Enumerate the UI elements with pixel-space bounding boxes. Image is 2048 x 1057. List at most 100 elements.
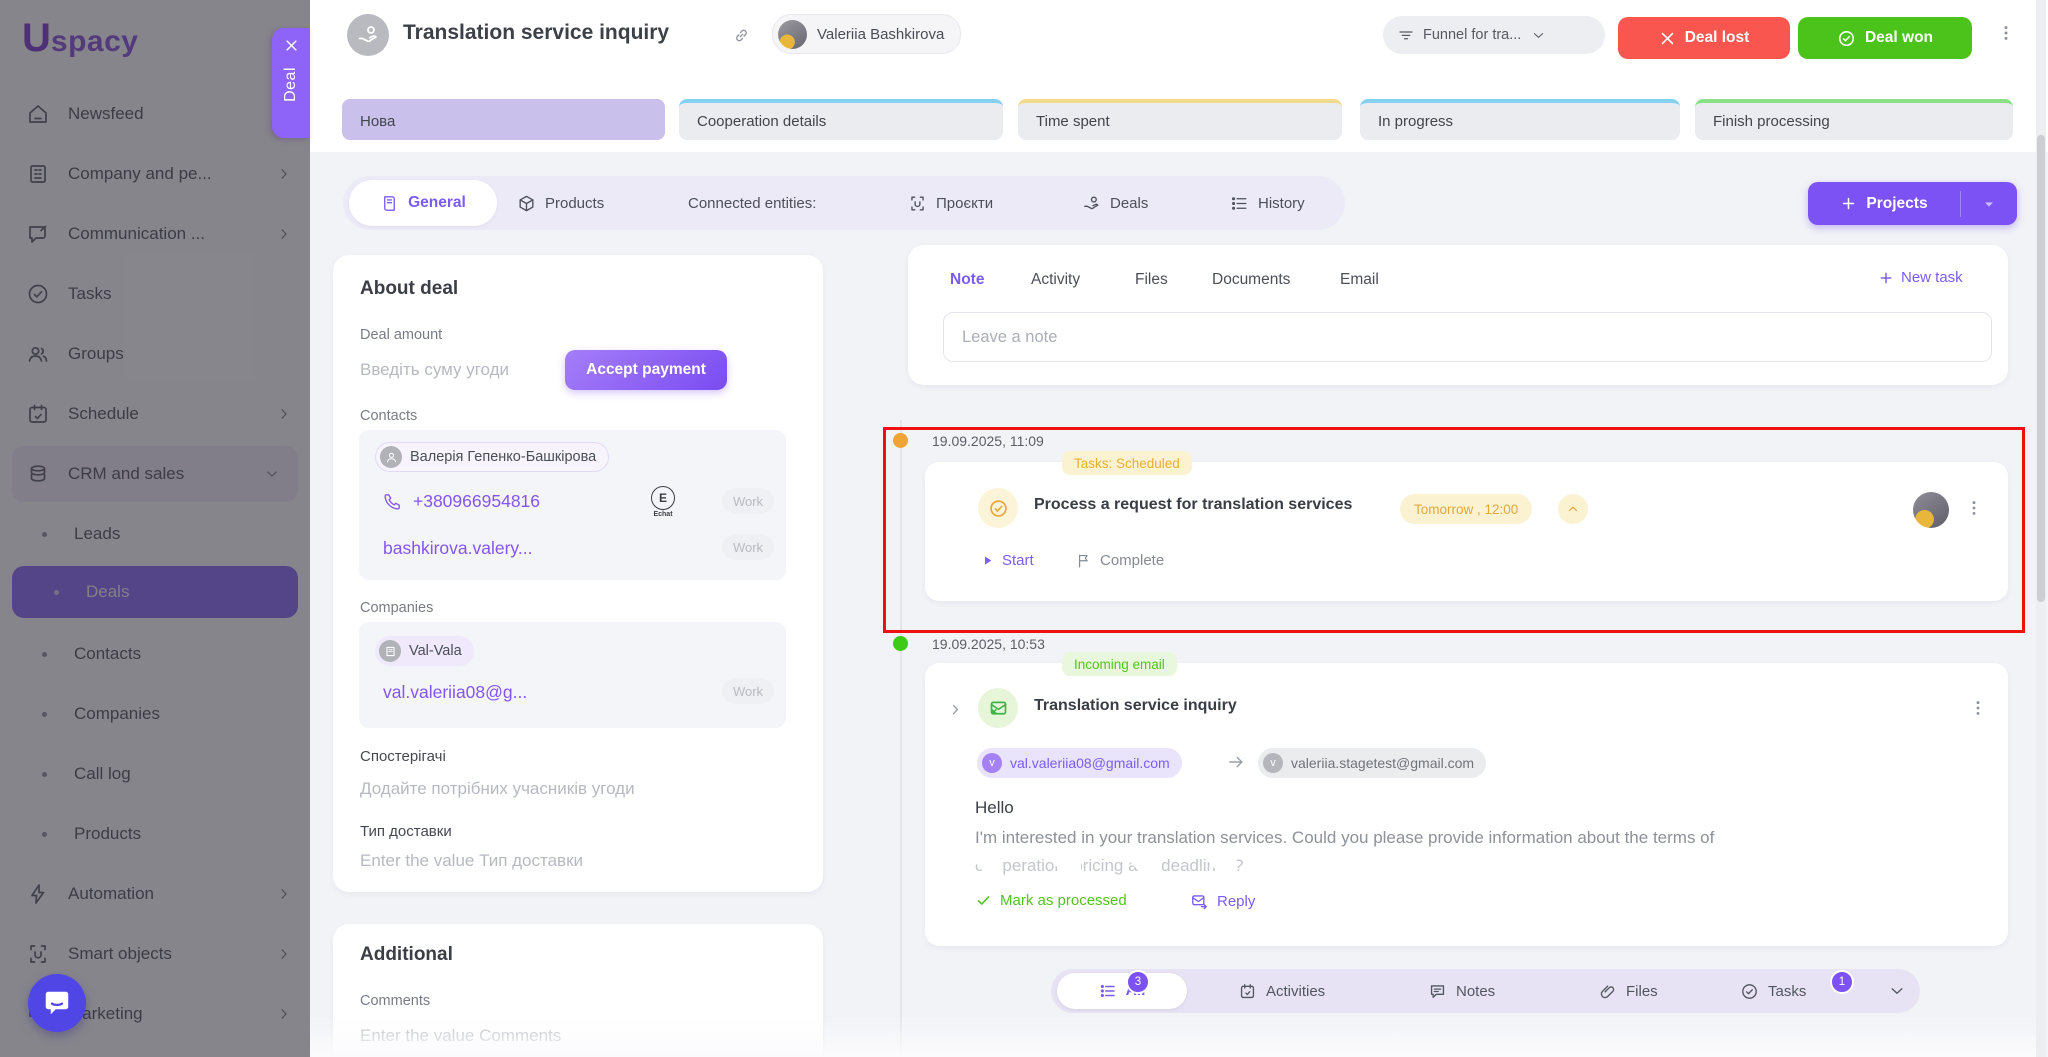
composer-tab-activity[interactable]: Activity bbox=[1031, 271, 1080, 289]
deal-lost-button[interactable]: Deal lost bbox=[1618, 17, 1790, 59]
filter-files-label: Files bbox=[1626, 983, 1658, 1000]
contact-chip[interactable]: Валерія Гепенко-Башкірова bbox=[375, 442, 609, 472]
recipient-avatar: v bbox=[1263, 753, 1283, 773]
tab-products[interactable]: Products bbox=[517, 176, 604, 230]
expand-chevron-icon[interactable] bbox=[948, 702, 963, 717]
composer-tab-documents[interactable]: Documents bbox=[1212, 271, 1290, 289]
deal-hand-icon bbox=[1082, 194, 1101, 213]
composer-tab-note[interactable]: Note bbox=[950, 271, 984, 289]
stage-label: In progress bbox=[1378, 113, 1453, 130]
filter-chevron-down-icon[interactable] bbox=[1888, 982, 1906, 1000]
plus-icon bbox=[1878, 270, 1894, 286]
close-icon[interactable] bbox=[284, 38, 299, 53]
deal-lost-label: Deal lost bbox=[1685, 29, 1750, 47]
stage-in-progress[interactable]: In progress bbox=[1360, 99, 1680, 140]
deal-slideover-tab[interactable]: Deal bbox=[272, 28, 310, 138]
x-icon bbox=[1659, 30, 1676, 47]
composer-tab-files[interactable]: Files bbox=[1135, 271, 1168, 289]
email-from-address: val.valeriia08@gmail.com bbox=[1010, 755, 1170, 771]
tab-label: Products bbox=[545, 195, 604, 212]
arrow-right-icon bbox=[1226, 752, 1246, 772]
tab-general[interactable]: General bbox=[349, 180, 497, 226]
email-greeting: Hello bbox=[975, 798, 1014, 818]
timeline-dot-email bbox=[893, 636, 908, 651]
tab-label: General bbox=[408, 194, 466, 212]
filter-notes[interactable]: Notes bbox=[1428, 969, 1495, 1013]
stage-label: Finish processing bbox=[1713, 113, 1830, 130]
check-circle-icon bbox=[1837, 29, 1856, 48]
companies-label: Companies bbox=[360, 600, 433, 616]
funnel-selector[interactable]: Funnel for tra... bbox=[1383, 16, 1605, 54]
observers-label: Спостерігачі bbox=[360, 748, 446, 765]
reply-label: Reply bbox=[1217, 893, 1255, 910]
projects-split-button[interactable]: Projects bbox=[1808, 182, 2017, 225]
mark-processed-button[interactable]: Mark as processed bbox=[975, 892, 1127, 909]
reply-mail-icon bbox=[1190, 892, 1209, 911]
company-name: Val-Vala bbox=[409, 643, 462, 659]
email-to-address: valeriia.stagetest@gmail.com bbox=[1291, 755, 1474, 771]
filter-files[interactable]: Files bbox=[1598, 969, 1658, 1013]
email-subject[interactable]: Translation service inquiry bbox=[1034, 697, 1237, 715]
copy-link-icon[interactable] bbox=[732, 26, 751, 45]
deal-owner-chip[interactable]: Valeriia Bashkirova bbox=[772, 14, 961, 54]
company-email-link[interactable]: val.valeriia08@g... bbox=[383, 682, 527, 703]
echat-caption: Echat bbox=[650, 511, 676, 518]
stage-finish-processing[interactable]: Finish processing bbox=[1695, 99, 2013, 140]
email-from-chip[interactable]: v val.valeriia08@gmail.com bbox=[977, 748, 1182, 778]
owner-avatar bbox=[778, 20, 807, 49]
contact-phone-link[interactable]: +380966954816 bbox=[413, 491, 540, 512]
check-circle-icon bbox=[1740, 982, 1759, 1001]
check-icon bbox=[975, 892, 992, 909]
filter-activities[interactable]: Activities bbox=[1238, 969, 1325, 1013]
contacts-label: Contacts bbox=[360, 408, 417, 424]
filter-all[interactable]: All bbox=[1057, 973, 1187, 1009]
tab-history[interactable]: History bbox=[1230, 176, 1305, 230]
email-more-menu[interactable] bbox=[1968, 698, 1988, 718]
tab-deals[interactable]: Deals bbox=[1082, 176, 1148, 230]
paperclip-icon bbox=[1598, 982, 1617, 1001]
stage-cooperation-details[interactable]: Cooperation details bbox=[679, 99, 1003, 140]
note-input[interactable] bbox=[943, 312, 1992, 362]
phone-icon bbox=[383, 492, 402, 511]
book-icon bbox=[380, 194, 399, 213]
filter-tasks[interactable]: Tasks bbox=[1740, 969, 1806, 1013]
company-chip[interactable]: Val-Vala bbox=[375, 636, 474, 666]
page-title: Translation service inquiry bbox=[403, 21, 669, 45]
delivery-type-placeholder[interactable]: Enter the value Тип доставки bbox=[360, 851, 583, 871]
annotation-rectangle bbox=[883, 427, 2025, 633]
tab-connected-entities[interactable]: Connected entities: bbox=[688, 176, 816, 230]
deal-amount-placeholder[interactable]: Введіть суму угоди bbox=[360, 360, 509, 380]
contact-email-link[interactable]: bashkirova.valery... bbox=[383, 538, 532, 559]
app: U spacy Newsfeed Company and pe... Commu… bbox=[0, 0, 2048, 1057]
cube-icon bbox=[517, 194, 536, 213]
header-more-menu[interactable] bbox=[1996, 23, 2016, 43]
tab-label: Deals bbox=[1110, 195, 1148, 212]
observers-placeholder[interactable]: Додайте потрібних учасників угоди bbox=[360, 779, 635, 799]
stage-nova[interactable]: Нова bbox=[342, 99, 665, 140]
deal-won-button[interactable]: Deal won bbox=[1798, 17, 1972, 59]
support-chat-button[interactable] bbox=[28, 974, 86, 1032]
list-icon bbox=[1099, 982, 1117, 1000]
chevron-down-icon[interactable] bbox=[1961, 196, 2017, 212]
deal-nav-tabs: General Products Connected entities: Про… bbox=[343, 176, 1345, 230]
email-to-chip[interactable]: v valeriia.stagetest@gmail.com bbox=[1258, 748, 1486, 778]
echat-icon[interactable]: E Echat bbox=[650, 486, 676, 518]
chat-bubble-icon bbox=[42, 988, 72, 1018]
torn-fade-overlay bbox=[925, 852, 2006, 890]
company-email-type-badge: Work bbox=[722, 678, 774, 704]
accept-payment-button[interactable]: Accept payment bbox=[565, 350, 727, 390]
stage-time-spent[interactable]: Time spent bbox=[1018, 99, 1342, 140]
new-task-button[interactable]: New task bbox=[1878, 269, 1963, 286]
delivery-type-label: Тип доставки bbox=[360, 823, 452, 840]
reply-button[interactable]: Reply bbox=[1190, 892, 1255, 911]
composer-tab-email[interactable]: Email bbox=[1340, 271, 1379, 289]
chevron-down-icon bbox=[1531, 28, 1546, 43]
tasks-count-badge: 1 bbox=[1830, 970, 1854, 994]
projects-button-label: Projects bbox=[1866, 195, 1927, 213]
projects-button-main[interactable]: Projects bbox=[1808, 195, 1960, 213]
tab-projects[interactable]: Проєкти bbox=[908, 176, 993, 230]
scrollbar-thumb[interactable] bbox=[2037, 135, 2045, 602]
contact-name: Валерія Гепенко-Башкірова bbox=[410, 449, 596, 465]
stage-label: Cooperation details bbox=[697, 113, 826, 130]
deal-won-label: Deal won bbox=[1865, 29, 1933, 47]
